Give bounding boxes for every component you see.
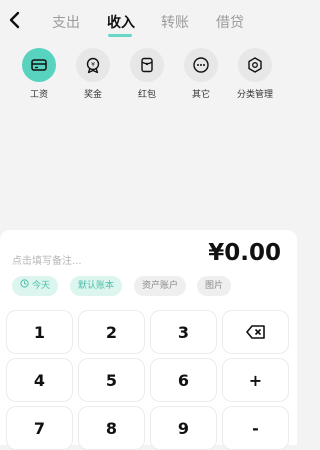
account-chip-label: 资产账户: [142, 281, 179, 291]
category-label: 红包: [137, 90, 156, 100]
category-icon-wrapper: [238, 48, 272, 82]
category-salary[interactable]: 工资: [14, 48, 64, 100]
key-8[interactable]: 8: [78, 406, 145, 450]
key-7[interactable]: 7: [6, 406, 73, 450]
date-chip-label: 今天: [32, 281, 51, 291]
category-icon-wrapper: [130, 48, 164, 82]
backspace-icon: [245, 325, 265, 339]
bonus-medal-icon: ¥: [86, 57, 100, 74]
key-1[interactable]: 1: [6, 310, 73, 354]
minus-key[interactable]: -: [222, 406, 289, 450]
tab-expense[interactable]: 支出: [52, 12, 80, 32]
key-4[interactable]: 4: [6, 358, 73, 402]
category-red-envelope[interactable]: 红包: [122, 48, 172, 100]
key-3[interactable]: 3: [150, 310, 217, 354]
key-6[interactable]: 6: [150, 358, 217, 402]
account-chip[interactable]: 资产账户: [134, 276, 187, 296]
category-label: 奖金: [83, 90, 102, 100]
tab-income[interactable]: 收入: [107, 12, 135, 32]
image-chip-label: 图片: [205, 281, 224, 291]
category-bonus[interactable]: ¥ 奖金: [68, 48, 118, 100]
key-9[interactable]: 9: [150, 406, 217, 450]
amount-display: ¥0.00: [208, 240, 281, 266]
note-amount-row: 点击填写备注... ¥0.00: [12, 240, 287, 274]
option-chips: 今天 默认账本 资产账户 图片: [12, 276, 292, 298]
back-arrow-icon[interactable]: [8, 10, 22, 30]
category-icon-wrapper: [22, 48, 56, 82]
tab-loan[interactable]: 借贷: [216, 12, 244, 32]
plus-key[interactable]: +: [222, 358, 289, 402]
clock-icon: [20, 279, 29, 288]
image-chip[interactable]: 图片: [197, 276, 232, 296]
category-icon-wrapper: ¥: [76, 48, 110, 82]
note-input[interactable]: 点击填写备注...: [12, 252, 82, 267]
card-icon: [31, 59, 47, 71]
entry-panel: 点击填写备注... ¥0.00 今天 默认账本 资产账户 图片 1 2 3 4 …: [0, 230, 297, 450]
category-other[interactable]: 其它: [176, 48, 226, 100]
more-dots-icon: [193, 57, 209, 73]
top-bar: 支出 收入 转账 借贷: [0, 0, 297, 42]
active-tab-indicator: [108, 34, 132, 37]
category-label: 分类管理: [236, 90, 273, 100]
category-manage[interactable]: 分类管理: [230, 48, 280, 100]
tab-transfer[interactable]: 转账: [161, 12, 189, 32]
red-envelope-icon: [141, 57, 153, 73]
category-label: 工资: [29, 90, 48, 100]
hexagon-settings-icon: [248, 57, 262, 73]
category-icon-wrapper: [184, 48, 218, 82]
key-2[interactable]: 2: [78, 310, 145, 354]
backspace-key[interactable]: [222, 310, 289, 354]
key-5[interactable]: 5: [78, 358, 145, 402]
svg-text:¥: ¥: [91, 62, 95, 69]
ledger-chip-label: 默认账本: [78, 281, 115, 291]
date-chip[interactable]: 今天: [12, 276, 59, 296]
ledger-chip[interactable]: 默认账本: [70, 276, 123, 296]
category-grid: 工资 ¥ 奖金 红包 其它 分类管理: [0, 48, 297, 108]
category-label: 其它: [191, 90, 210, 100]
